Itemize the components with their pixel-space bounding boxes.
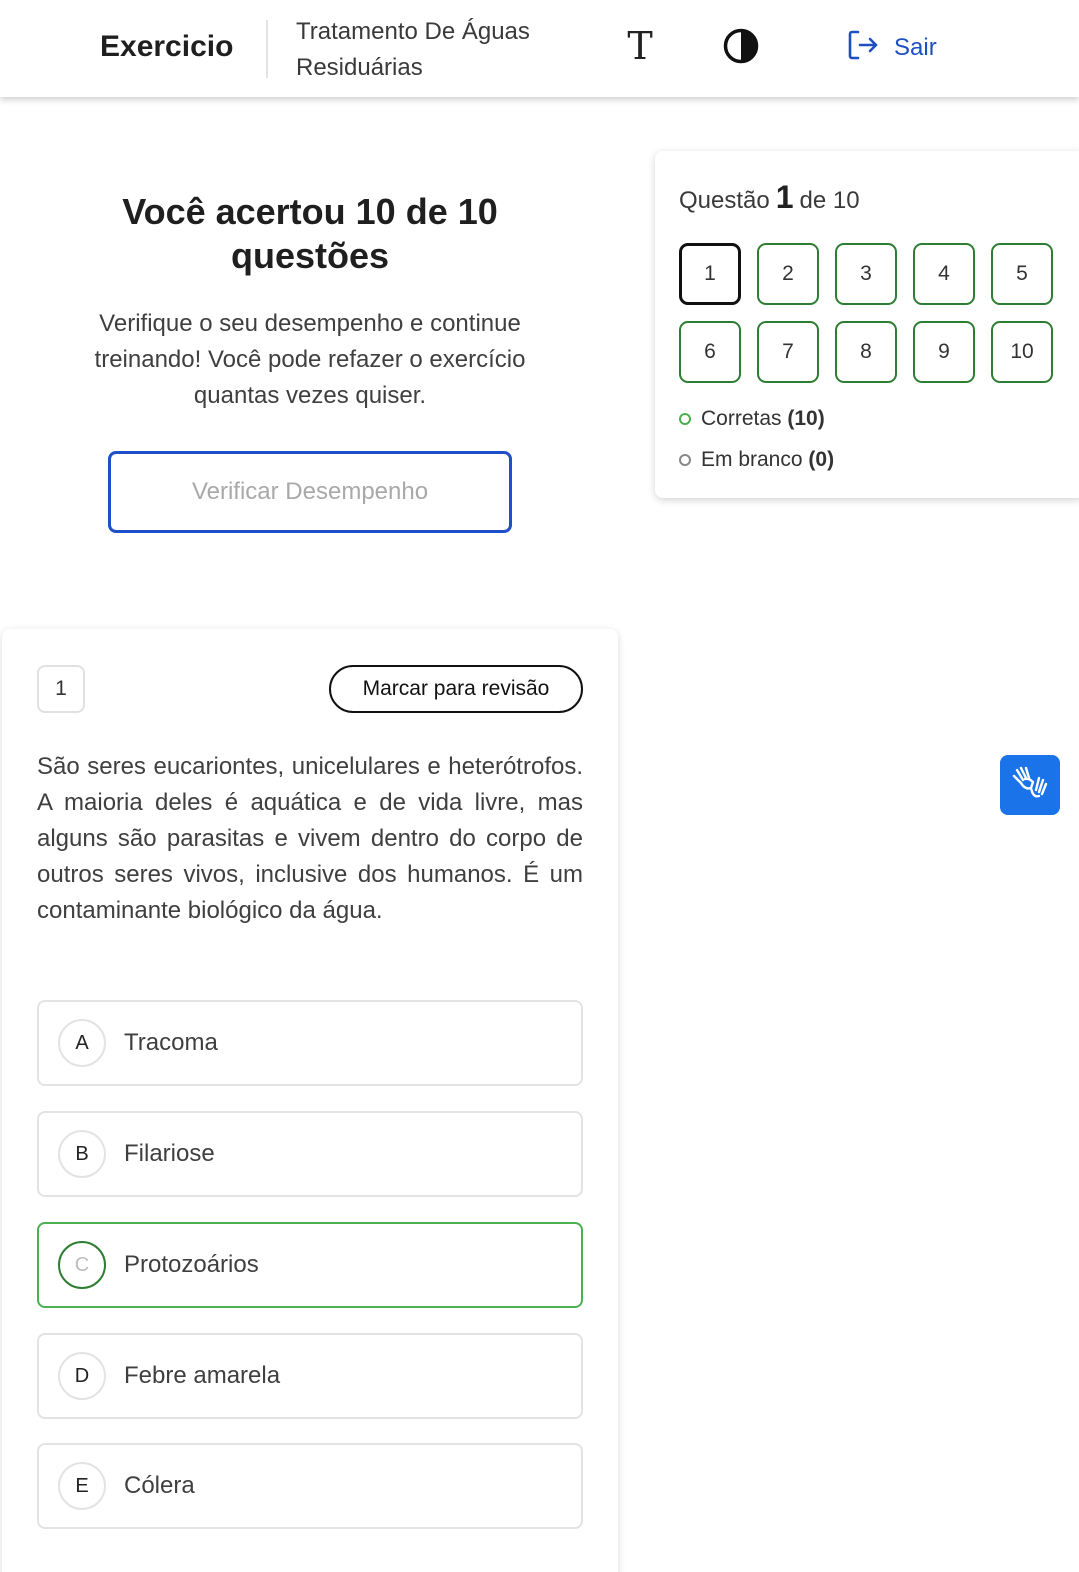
- font-size-icon[interactable]: T: [622, 26, 658, 66]
- logout-icon: [846, 28, 880, 69]
- correct-dot-icon: [679, 413, 691, 425]
- blank-dot-icon: [679, 454, 691, 466]
- legend-blank: Em branco (0): [679, 448, 834, 472]
- result-title: Você acertou 10 de 10 questões: [122, 191, 498, 276]
- legend-correct: Corretas (10): [679, 407, 825, 431]
- question-navigator: Questão 1 de 10 1 2 3 4 5 6 7 8 9 10 Cor…: [655, 151, 1079, 498]
- option-e[interactable]: E Cólera: [37, 1443, 583, 1529]
- option-letter: A: [58, 1019, 106, 1067]
- option-text: Cólera: [124, 1472, 195, 1499]
- option-text: Febre amarela: [124, 1362, 281, 1389]
- option-letter: E: [58, 1462, 106, 1510]
- option-text: Tracoma: [124, 1029, 218, 1056]
- option-text: Protozoários: [124, 1251, 259, 1278]
- question-nav-6[interactable]: 6: [679, 321, 741, 383]
- question-nav-10[interactable]: 10: [991, 321, 1053, 383]
- question-nav-4[interactable]: 4: [913, 243, 975, 305]
- top-header: Exercicio Tratamento De Águas Residuária…: [0, 0, 1079, 97]
- question-nav-7[interactable]: 7: [757, 321, 819, 383]
- option-d[interactable]: D Febre amarela: [37, 1333, 583, 1419]
- option-letter: D: [58, 1352, 106, 1400]
- question-nav-9[interactable]: 9: [913, 321, 975, 383]
- sign-language-button[interactable]: [1000, 755, 1060, 815]
- header-divider: [266, 20, 268, 78]
- navigator-prefix: Questão: [679, 187, 770, 214]
- question-nav-2[interactable]: 2: [757, 243, 819, 305]
- logout-label: Sair: [894, 34, 937, 61]
- question-number-badge: 1: [37, 665, 85, 713]
- course-subject: Tratamento De Águas Residuárias: [296, 14, 530, 86]
- option-letter: C: [58, 1241, 106, 1289]
- legend-correct-label: Corretas: [701, 407, 782, 430]
- question-nav-1[interactable]: 1: [679, 243, 741, 305]
- question-nav-3[interactable]: 3: [835, 243, 897, 305]
- app-brand: Exercicio: [100, 30, 234, 63]
- option-c[interactable]: C Protozoários: [37, 1222, 583, 1308]
- logout-button[interactable]: Sair: [846, 30, 937, 66]
- sign-language-hands-icon: [1009, 762, 1051, 809]
- option-letter: B: [58, 1130, 106, 1178]
- legend-blank-count: (0): [808, 448, 835, 471]
- option-a[interactable]: A Tracoma: [37, 1000, 583, 1086]
- subject-line-1: Tratamento De Águas: [296, 18, 530, 45]
- question-nav-5[interactable]: 5: [991, 243, 1053, 305]
- question-card: 1 Marcar para revisão São seres eucarion…: [2, 629, 618, 1572]
- legend-correct-count: (10): [787, 407, 825, 430]
- navigator-current: 1: [775, 179, 794, 215]
- question-text: São seres eucariontes, unicelulares e he…: [37, 753, 583, 924]
- verify-performance-button[interactable]: Verificar Desempenho: [108, 451, 512, 533]
- subject-line-2: Residuárias: [296, 54, 423, 81]
- option-b[interactable]: B Filariose: [37, 1111, 583, 1197]
- result-description: Verifique o seu desempenho e continue tr…: [94, 310, 526, 409]
- navigator-heading: Questão 1 de 10: [679, 179, 860, 216]
- option-text: Filariose: [124, 1140, 215, 1167]
- legend-blank-label: Em branco: [701, 448, 803, 471]
- mark-for-review-button[interactable]: Marcar para revisão: [329, 665, 583, 713]
- navigator-suffix: de 10: [799, 187, 860, 214]
- contrast-icon[interactable]: [723, 28, 759, 64]
- question-nav-8[interactable]: 8: [835, 321, 897, 383]
